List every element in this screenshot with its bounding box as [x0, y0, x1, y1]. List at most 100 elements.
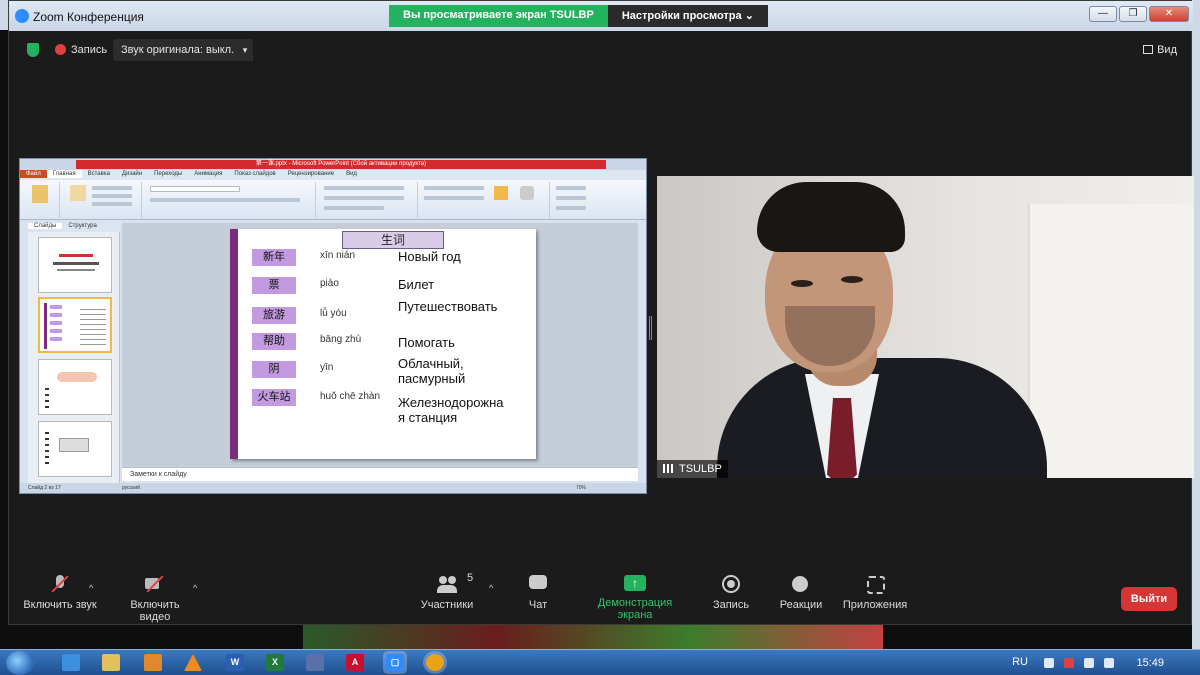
participant-name: TSULBP — [679, 463, 722, 475]
apps-button[interactable]: Приложения — [841, 575, 909, 611]
chrome-icon[interactable] — [426, 654, 444, 671]
share-screen-icon — [624, 575, 646, 591]
minimize-button[interactable]: — — [1089, 6, 1117, 22]
vocab-pinyin: lǚ yóu — [320, 308, 347, 319]
original-sound-button[interactable]: Звук оригинала: выкл. — [113, 39, 243, 61]
original-sound-dropdown[interactable]: ▾ — [237, 39, 253, 61]
maximize-button[interactable]: ❐ — [1119, 6, 1147, 22]
tray-arrow-icon[interactable] — [1044, 658, 1054, 668]
chat-button[interactable]: Чат — [521, 575, 555, 611]
view-button[interactable]: Вид — [1143, 44, 1177, 56]
ppt-ribbon — [20, 180, 646, 220]
shared-screen-powerpoint: 第一课.pptx - Microsoft PowerPoint (Сбой ак… — [19, 158, 647, 494]
participants-label: Участники — [420, 599, 474, 611]
share-screen-label: Демонстрация экрана — [597, 597, 673, 621]
vocab-chinese: 火车站 — [252, 389, 296, 406]
vocab-row: 票 piào Билет — [252, 277, 532, 297]
viewing-screen-label: Вы просматриваете экран TSULBP — [389, 5, 608, 27]
background-window — [303, 625, 883, 649]
share-screen-button[interactable]: Демонстрация экрана — [579, 575, 691, 621]
vocab-pinyin: piào — [320, 278, 339, 289]
panel-resize-handle[interactable] — [649, 316, 652, 340]
new-slide-icon[interactable] — [70, 185, 86, 201]
vocab-chinese: 旅游 — [252, 307, 296, 324]
ppt-zoom-level[interactable]: 70% — [576, 485, 586, 491]
zoom-taskbar-icon[interactable]: ▢ — [386, 654, 404, 671]
explorer-icon[interactable] — [102, 654, 120, 671]
start-video-label: Включить видео — [130, 599, 180, 623]
ppt-tab-file[interactable]: Файл — [20, 170, 47, 178]
apps-icon — [865, 575, 885, 594]
start-video-button[interactable]: Включить видео — [115, 575, 195, 623]
ribbon-group-clipboard — [22, 182, 60, 218]
vocab-row: 帮助 bāng zhù Помогать — [252, 333, 532, 353]
word-icon[interactable]: W — [226, 654, 244, 671]
participants-count: 5 — [467, 572, 474, 584]
current-slide[interactable]: 生词 新年 xīn nián Новый год 票 piào Билет 旅游… — [230, 229, 536, 459]
slide-notes[interactable]: Заметки к слайду — [122, 467, 638, 481]
ppt-tab-home[interactable]: Главная — [46, 170, 82, 178]
vocab-pinyin: yīn — [320, 362, 334, 373]
media-player-icon[interactable] — [144, 654, 162, 671]
slide-thumbnail[interactable] — [38, 359, 112, 415]
zoom-logo-icon — [15, 9, 29, 23]
quick-styles-icon[interactable] — [520, 186, 534, 200]
reactions-label: Реакции — [779, 599, 823, 611]
view-settings-button[interactable]: Настройки просмотра ⌄ — [607, 5, 768, 27]
clock[interactable]: 15:49 — [1136, 657, 1164, 669]
vocab-russian: Облачный, пасмурный — [398, 356, 466, 386]
security-shield-icon[interactable] — [27, 43, 39, 57]
tab-slides[interactable]: Слайды — [28, 223, 63, 229]
vocab-row: 火车站 huǒ chē zhàn Железнодорожная станция — [252, 389, 532, 429]
status-slide-count: Слайд 2 из 17 — [28, 485, 61, 491]
video-off-icon — [145, 575, 165, 593]
ppt-tab-design[interactable]: Дизайн — [116, 170, 148, 178]
vocab-russian: Железнодорожная станция — [398, 395, 504, 425]
slide-thumbnail-selected[interactable] — [38, 297, 112, 353]
vocab-pinyin: xīn nián — [320, 250, 356, 261]
input-language[interactable]: RU — [1012, 656, 1028, 668]
ppt-tab-insert[interactable]: Вставка — [82, 170, 116, 178]
participants-button[interactable]: 5 Участники — [419, 572, 475, 611]
ppt-tab-review[interactable]: Рецензирование — [282, 170, 340, 178]
save-icon[interactable] — [306, 654, 324, 671]
audio-options-caret[interactable]: ^ — [89, 583, 93, 593]
recording-label: Запись — [71, 44, 108, 56]
paste-icon[interactable] — [32, 185, 48, 203]
tray-network-icon[interactable] — [1084, 658, 1094, 668]
arrange-icon[interactable] — [494, 186, 508, 200]
chat-icon — [528, 575, 548, 593]
leave-meeting-button[interactable]: Выйти — [1121, 587, 1177, 611]
close-button[interactable]: ✕ — [1149, 6, 1189, 22]
tray-flag-icon[interactable] — [1064, 658, 1074, 668]
reactions-button[interactable]: Реакции — [779, 575, 823, 611]
ppt-tab-slideshow[interactable]: Показ слайдов — [228, 170, 281, 178]
tray-volume-icon[interactable] — [1104, 658, 1114, 668]
vlc-icon[interactable] — [184, 654, 202, 671]
ppt-statusbar: Слайд 2 из 17 русский 70% — [20, 483, 646, 493]
ppt-tab-view[interactable]: Вид — [340, 170, 363, 178]
top-toolbar: Запись Звук оригинала: выкл. ▾ Вид — [9, 33, 1193, 67]
acrobat-icon[interactable]: A — [346, 654, 364, 671]
status-language: русский — [122, 485, 140, 491]
participant-video[interactable]: TSULBP — [657, 176, 1194, 478]
tab-outline[interactable]: Структура — [62, 223, 102, 229]
participants-options-caret[interactable]: ^ — [489, 583, 493, 593]
ribbon-group-drawing — [420, 182, 550, 218]
slide-thumbnail[interactable] — [38, 237, 112, 293]
vocab-pinyin: huǒ chē zhàn — [320, 391, 381, 402]
record-button[interactable]: Запись — [709, 575, 753, 611]
excel-icon[interactable]: X — [266, 654, 284, 671]
video-options-caret[interactable]: ^ — [193, 583, 197, 593]
window-title: Zoom Конференция — [33, 10, 144, 24]
muted-mic-icon — [50, 575, 70, 593]
ribbon-group-slides — [62, 182, 142, 218]
ppt-tab-transitions[interactable]: Переходы — [148, 170, 188, 178]
share-banner: Вы просматриваете экран TSULBP Настройки… — [389, 5, 768, 27]
ppt-tab-animation[interactable]: Анимация — [188, 170, 228, 178]
slide-thumbnail[interactable] — [38, 421, 112, 477]
start-button[interactable] — [6, 651, 34, 675]
ie-icon[interactable] — [62, 654, 80, 671]
record-icon — [721, 575, 741, 593]
unmute-button[interactable]: Включить звук — [23, 575, 97, 611]
